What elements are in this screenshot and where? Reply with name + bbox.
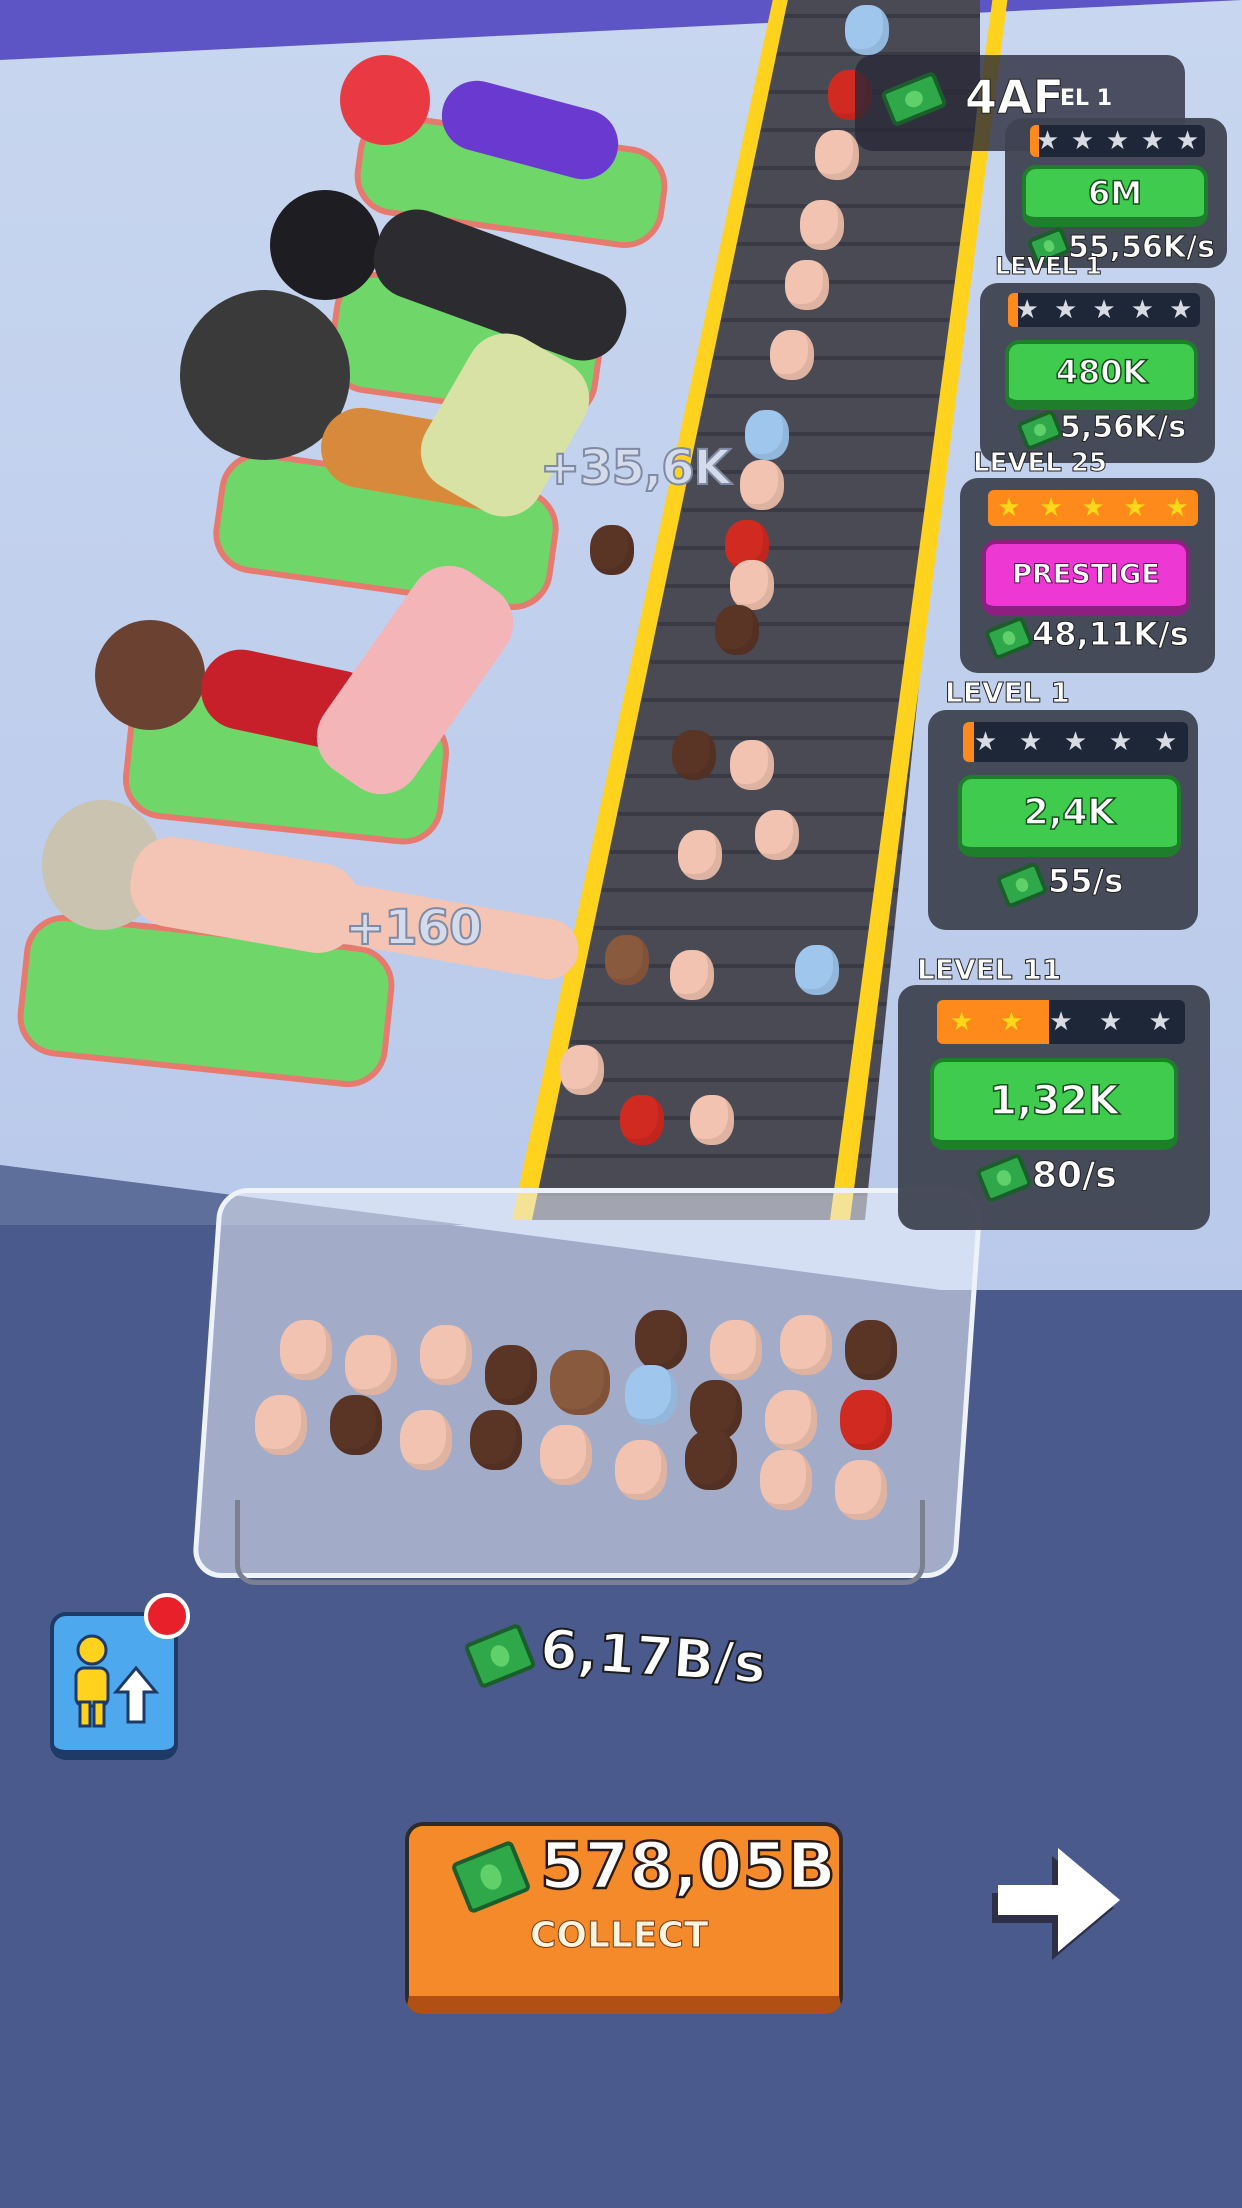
character-1 [340,55,430,145]
station-3-level: LEVEL 1 [945,676,1071,710]
star-icon: ★ [1070,126,1095,156]
station-2-prestige-button[interactable]: PRESTIGE [982,540,1190,616]
station-2-rate: 48,11K/s [1032,615,1190,654]
star-icon: ★ [1049,1007,1073,1037]
star-icon: ★ [1123,493,1147,523]
baby-in-tray [255,1395,307,1455]
baby-on-belt [815,130,859,180]
baby-on-belt [770,330,814,380]
star-icon: ★ [950,1007,974,1037]
baby-in-tray [635,1310,687,1370]
baby-on-belt [745,410,789,460]
baby-on-belt [590,525,634,575]
station-1-stars: ★ ★ ★ ★ ★ [1008,293,1200,327]
baby-on-belt [800,200,844,250]
baby-in-tray [760,1450,812,1510]
baby-in-tray [330,1395,382,1455]
collect-label: COLLECT [529,1915,709,1957]
baby-in-tray [400,1410,452,1470]
star-icon: ★ [1063,727,1088,757]
baby-on-belt [755,810,799,860]
station-1-level: LEVEL 1 [994,252,1103,281]
star-icon: ★ [997,493,1021,523]
baby-in-tray [540,1425,592,1485]
baby-in-tray [615,1440,667,1500]
station-0-upgrade-button[interactable]: 6M [1022,165,1208,227]
station-4-stars: ★ ★ ★ ★ ★ [937,1000,1185,1044]
baby-in-tray [840,1390,892,1450]
baby-in-tray [625,1365,677,1425]
baby-in-tray [835,1460,887,1520]
baby-in-tray [710,1320,762,1380]
station-1-rate: 5,56K/s [1059,410,1187,446]
star-icon: ★ [1081,493,1105,523]
station-1-upgrade-button[interactable]: 480K [1005,340,1198,410]
baby-on-belt [605,935,649,985]
hire-worker-icon [74,1634,160,1728]
baby-on-belt [620,1095,664,1145]
star-icon: ★ [1130,295,1155,325]
baby-on-belt [845,5,889,55]
next-area-button[interactable] [988,1830,1128,1970]
station-4-rate: 80/s [1032,1155,1118,1197]
baby-in-tray [685,1430,737,1490]
baby-on-belt [560,1045,604,1095]
baby-in-tray [470,1410,522,1470]
station-4-level: LEVEL 11 [916,953,1062,987]
collect-amount: 578,05B [539,1829,837,1906]
star-icon: ★ [1108,727,1133,757]
currency-value: 4AF [964,70,1065,125]
baby-on-belt [670,950,714,1000]
baby-in-tray [280,1320,332,1380]
station-0-level-partial: EL 1 [1060,86,1113,111]
floating-income: +35,6K [539,439,732,497]
baby-on-belt [730,740,774,790]
baby-on-belt [730,560,774,610]
star-icon: ★ [973,727,998,757]
baby-in-tray [420,1325,472,1385]
character-4 [95,620,205,730]
station-0-stars: ★ ★ ★ ★ ★ [1030,125,1205,157]
station-4-upgrade-button[interactable]: 1,32K [930,1058,1178,1150]
baby-in-tray [550,1350,610,1415]
star-icon: ★ [1169,295,1193,325]
star-icon: ★ [1015,295,1039,325]
station-3-rate: 55/s [1047,862,1124,901]
star-icon: ★ [1148,1007,1172,1037]
baby-in-tray [765,1390,817,1450]
next-arrow-icon [992,1848,1120,1960]
baby-in-tray [845,1320,897,1380]
station-3-stars: ★ ★ ★ ★ ★ [963,722,1188,762]
star-icon: ★ [1175,126,1200,156]
notification-dot [144,1593,190,1639]
baby-on-belt [678,830,722,880]
station-2-level: LEVEL 25 [972,448,1108,479]
baby-on-belt [690,1095,734,1145]
star-icon: ★ [1053,295,1078,325]
baby-on-belt [715,605,759,655]
baby-on-belt [672,730,716,780]
tray-stand [235,1500,925,1585]
star-icon: ★ [1039,493,1063,523]
star-icon: ★ [1105,126,1130,156]
baby-on-belt [795,945,839,995]
baby-on-belt [785,260,829,310]
floating-income: +160 [344,899,483,957]
station-3-upgrade-button[interactable]: 2,4K [958,775,1181,857]
star-icon: ★ [999,1007,1024,1037]
station-2-stars: ★ ★ ★ ★ ★ [988,490,1198,526]
character-2 [270,190,380,300]
baby-on-belt [740,460,784,510]
star-icon: ★ [1035,126,1060,156]
star-icon: ★ [1018,727,1043,757]
star-icon: ★ [1165,493,1189,523]
star-icon: ★ [1098,1007,1123,1037]
baby-in-tray [345,1335,397,1395]
star-icon: ★ [1092,295,1116,325]
star-icon: ★ [1140,126,1165,156]
baby-in-tray [485,1345,537,1405]
star-icon: ★ [1153,727,1178,757]
baby-in-tray [780,1315,832,1375]
